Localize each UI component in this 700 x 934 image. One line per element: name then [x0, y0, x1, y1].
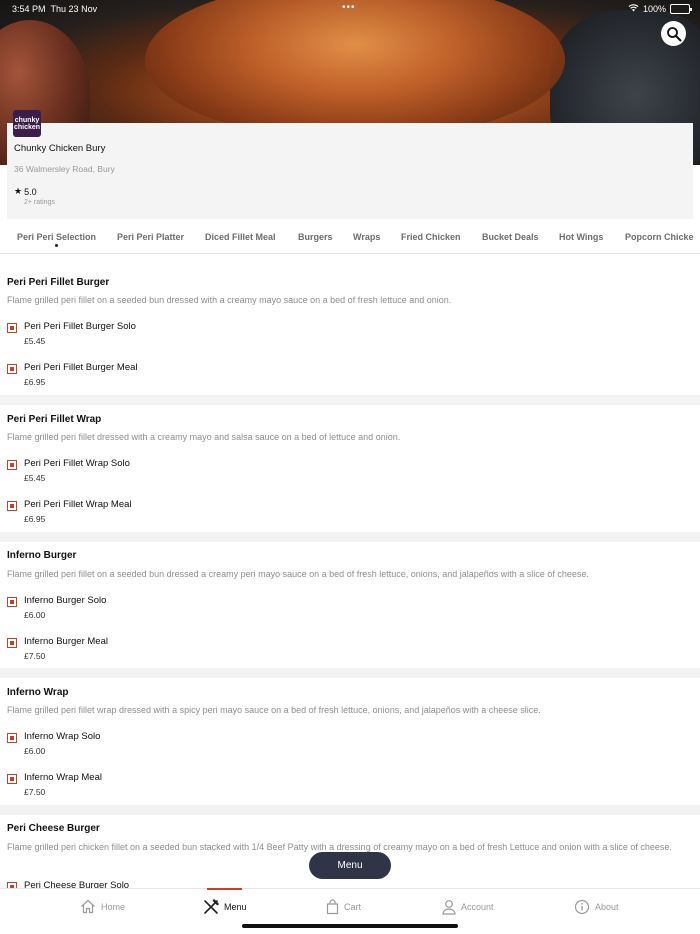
- item-name: Peri Peri Fillet Wrap Solo: [24, 458, 130, 469]
- section-description: Flame grilled peri fillet on a seeded bu…: [7, 569, 589, 579]
- item-name: Peri Peri Fillet Wrap Meal: [24, 499, 132, 510]
- section-divider: [0, 805, 700, 815]
- nav-account[interactable]: Account: [442, 899, 494, 915]
- star-icon: ★: [14, 186, 23, 196]
- tab-diced-fillet-meal[interactable]: Diced Fillet Meal: [205, 232, 276, 242]
- section-title: Inferno Wrap: [7, 687, 69, 698]
- section-title: Peri Peri Fillet Wrap: [7, 414, 102, 425]
- tab-wraps[interactable]: Wraps: [353, 232, 380, 242]
- item-price: £6.95: [24, 514, 46, 524]
- item-checkbox[interactable]: [7, 323, 17, 333]
- nav-about[interactable]: About: [574, 899, 619, 915]
- section-description: Flame grilled peri fillet on a seeded bu…: [7, 295, 452, 305]
- rating-value: 5.0: [24, 186, 37, 197]
- tab-burgers[interactable]: Burgers: [298, 232, 333, 242]
- battery-percent: 100%: [642, 4, 666, 14]
- floating-menu-button[interactable]: Menu: [309, 852, 391, 879]
- section-divider: [0, 395, 700, 405]
- section-divider: [0, 532, 700, 542]
- item-name: Inferno Wrap Solo: [24, 731, 101, 742]
- cart-icon: [326, 899, 339, 915]
- category-tabs: Peri Peri Selection Peri Peri Platter Di…: [0, 226, 700, 254]
- section-title: Peri Cheese Burger: [7, 823, 100, 834]
- status-time: 3:54 PM Thu 23 Nov: [12, 4, 98, 14]
- wifi-icon: [628, 3, 639, 15]
- item-name: Peri Peri Fillet Burger Solo: [24, 321, 136, 332]
- nav-label: About: [595, 902, 619, 912]
- roast-chicken-graphic: [145, 0, 565, 140]
- item-name: Inferno Burger Solo: [24, 595, 107, 606]
- rating: ★ 5.0: [14, 186, 37, 197]
- tab-hot-wings[interactable]: Hot Wings: [559, 232, 603, 242]
- multitask-dots: •••: [342, 2, 356, 13]
- item-price: £7.50: [24, 651, 46, 661]
- tab-fried-chicken[interactable]: Fried Chicken: [401, 232, 461, 242]
- item-checkbox[interactable]: [7, 733, 17, 743]
- active-nav-indicator: [207, 888, 242, 890]
- restaurant-address: 36 Walmersley Road, Bury: [14, 164, 115, 174]
- nav-label: Cart: [344, 902, 362, 912]
- restaurant-name: Chunky Chicken Bury: [14, 143, 106, 154]
- tab-bucket-deals[interactable]: Bucket Deals: [482, 232, 539, 242]
- item-name: Peri Peri Fillet Burger Meal: [24, 362, 138, 373]
- item-price: £6.95: [24, 377, 46, 387]
- home-indicator[interactable]: [242, 924, 458, 928]
- item-checkbox[interactable]: [7, 774, 17, 784]
- section-divider: [0, 668, 700, 678]
- active-tab-indicator: [55, 244, 58, 247]
- item-price: £5.45: [24, 336, 46, 346]
- item-price: £5.45: [24, 473, 46, 483]
- search-button[interactable]: [661, 21, 686, 46]
- item-checkbox[interactable]: [7, 501, 17, 511]
- nav-cart[interactable]: Cart: [326, 899, 361, 915]
- nav-home[interactable]: Home: [80, 899, 125, 914]
- status-bar: 3:54 PM Thu 23 Nov ••• 100%: [0, 0, 700, 18]
- item-price: £7.50: [24, 787, 46, 797]
- tab-peri-peri-selection[interactable]: Peri Peri Selection: [17, 232, 96, 242]
- restaurant-info-card: chunky chicken Chunky Chicken Bury 36 Wal…: [7, 110, 693, 219]
- nav-label: Home: [101, 901, 126, 912]
- tab-peri-peri-platter[interactable]: Peri Peri Platter: [117, 232, 184, 242]
- section-description: Flame grilled peri fillet dressed with a…: [7, 432, 401, 442]
- item-checkbox[interactable]: [7, 364, 17, 374]
- status-right: 100%: [628, 3, 692, 15]
- item-name: Inferno Burger Meal: [24, 636, 108, 647]
- home-icon: [81, 899, 95, 914]
- info-icon: [574, 899, 590, 915]
- nav-label: Menu: [224, 902, 247, 912]
- item-name: Inferno Wrap Meal: [24, 772, 102, 783]
- account-icon: [442, 900, 456, 915]
- section-description: Flame grilled peri fillet wrap dressed w…: [7, 705, 541, 715]
- item-price: £6.00: [24, 746, 46, 756]
- restaurant-logo: chunky chicken: [13, 110, 41, 137]
- item-checkbox[interactable]: [7, 638, 17, 648]
- battery-icon: [670, 4, 692, 14]
- nav-label: Account: [461, 902, 494, 912]
- fork-knife-icon: [204, 899, 219, 914]
- item-checkbox[interactable]: [7, 597, 17, 607]
- section-title: Inferno Burger: [7, 550, 77, 561]
- tab-popcorn-chicken[interactable]: Popcorn Chicke: [625, 232, 694, 242]
- rating-count: 2+ ratings: [24, 199, 55, 206]
- search-icon: [666, 26, 681, 41]
- item-price: £6.00: [24, 610, 46, 620]
- nav-menu[interactable]: Menu: [203, 899, 247, 915]
- section-title: Peri Peri Fillet Burger: [7, 277, 110, 288]
- item-checkbox[interactable]: [7, 460, 17, 470]
